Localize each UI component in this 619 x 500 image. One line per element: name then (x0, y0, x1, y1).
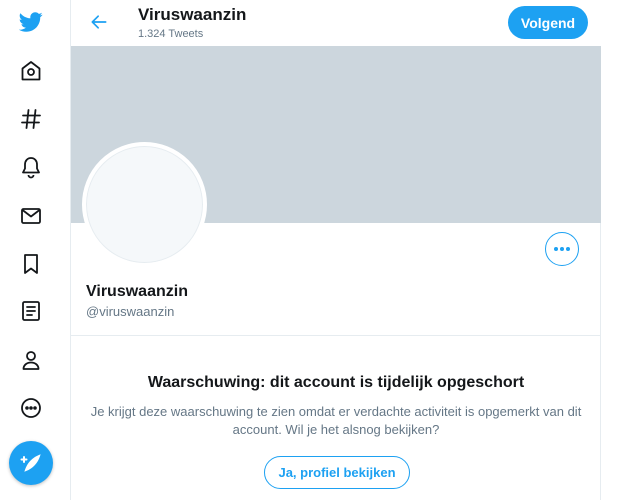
envelope-icon[interactable] (9, 194, 53, 238)
bell-icon[interactable] (9, 145, 53, 189)
following-button[interactable]: Volgend (508, 6, 588, 39)
more-options-button[interactable] (545, 232, 579, 266)
avatar[interactable] (82, 142, 207, 267)
more-dot-icon (554, 247, 558, 251)
more-dot-icon (560, 247, 564, 251)
warning-text: Je krijgt deze waarschuwing te zien omda… (90, 404, 582, 437)
profile-column: Viruswaanzin 1.324 Tweets Volgend Virusw… (70, 0, 601, 500)
bookmark-icon[interactable] (9, 242, 53, 286)
more-dot-icon (566, 247, 570, 251)
header-title: Viruswaanzin (138, 5, 247, 24)
list-icon[interactable] (9, 289, 53, 333)
hashtag-icon[interactable] (9, 97, 53, 141)
profile-handle: @viruswaanzin (86, 304, 175, 319)
profile-header: Viruswaanzin 1.324 Tweets Volgend (71, 0, 601, 46)
compose-button[interactable] (9, 441, 53, 485)
more-circle-icon[interactable] (9, 386, 53, 430)
view-profile-button[interactable]: Ja, profiel bekijken (264, 456, 410, 489)
sidebar-nav (0, 0, 64, 500)
section-divider (71, 335, 601, 336)
back-button[interactable] (83, 6, 115, 38)
tweet-count: 1.324 Tweets (138, 28, 204, 40)
profile-name: Viruswaanzin (86, 283, 188, 300)
arrow-left-icon (91, 15, 107, 29)
twitter-logo-icon[interactable] (9, 0, 53, 44)
warning-title: Waarschuwing: dit account is tijdelijk o… (147, 374, 525, 391)
profile-icon[interactable] (9, 338, 53, 382)
home-icon[interactable] (9, 49, 53, 93)
compose-feather-icon (20, 454, 41, 472)
